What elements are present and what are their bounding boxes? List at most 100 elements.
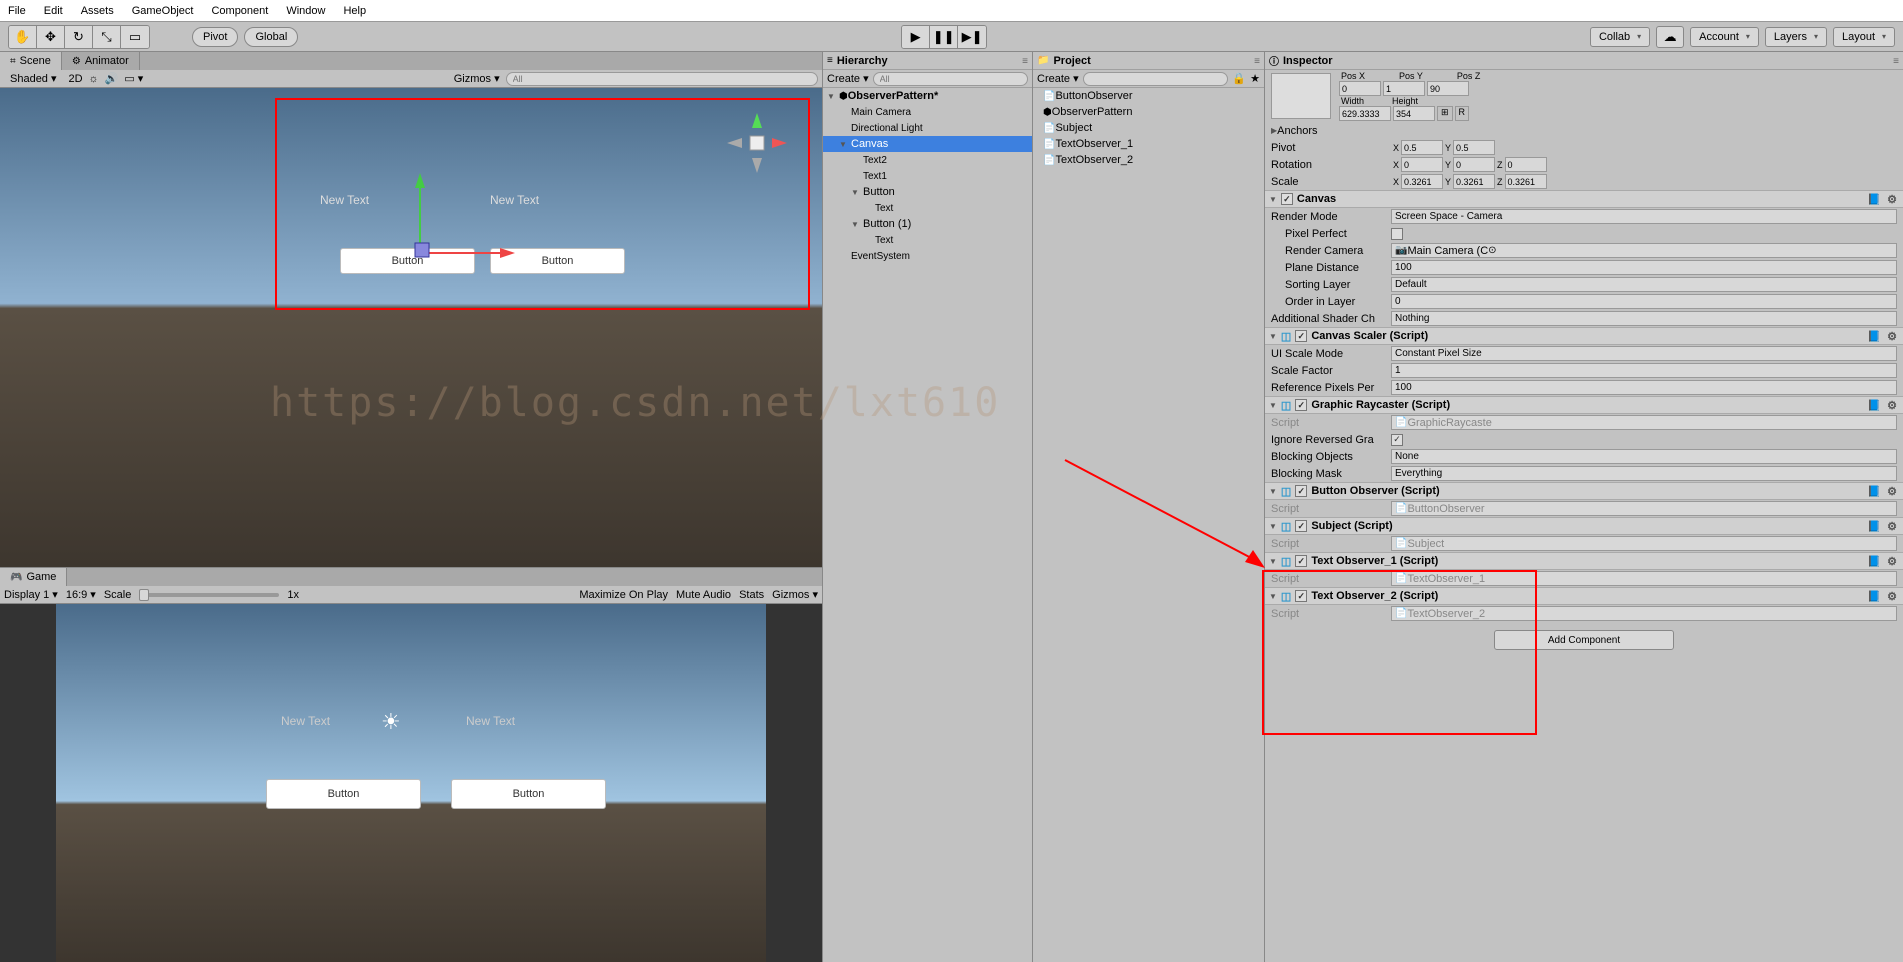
rotate-tool[interactable]: ↻ bbox=[65, 26, 93, 48]
gear-icon[interactable]: ⚙ bbox=[1885, 485, 1899, 498]
height-field[interactable]: 354 bbox=[1393, 106, 1435, 121]
move-gizmo[interactable] bbox=[405, 168, 525, 268]
plane-distance-field[interactable]: 100 bbox=[1391, 260, 1897, 275]
layout-dropdown[interactable]: Layout bbox=[1833, 27, 1895, 47]
gear-icon[interactable]: ⚙ bbox=[1885, 520, 1899, 533]
hand-tool[interactable]: ✋ bbox=[9, 26, 37, 48]
menu-file[interactable]: File bbox=[8, 5, 26, 17]
maximize-toggle[interactable]: Maximize On Play bbox=[579, 589, 668, 601]
blocking-objects-dropdown[interactable]: None bbox=[1391, 449, 1897, 464]
project-filter-icon[interactable]: 🔒 bbox=[1232, 72, 1246, 85]
button-observer-header[interactable]: ▼◫Button Observer (Script)📘⚙ bbox=[1265, 482, 1903, 500]
ref-pixels-field[interactable]: 100 bbox=[1391, 380, 1897, 395]
tree-item[interactable]: Text bbox=[823, 232, 1032, 248]
pos-y-field[interactable]: 1 bbox=[1383, 81, 1425, 96]
ui-scale-mode-dropdown[interactable]: Constant Pixel Size bbox=[1391, 346, 1897, 361]
help-icon[interactable]: 📘 bbox=[1867, 520, 1881, 533]
help-icon[interactable]: 📘 bbox=[1867, 193, 1881, 206]
order-field[interactable]: 0 bbox=[1391, 294, 1897, 309]
scale-slider[interactable] bbox=[139, 593, 279, 597]
shaded-dropdown[interactable]: Shaded ▾ bbox=[4, 72, 62, 85]
menu-component[interactable]: Component bbox=[211, 5, 268, 17]
raycaster-header[interactable]: ▼◫Graphic Raycaster (Script)📘⚙ bbox=[1265, 396, 1903, 414]
rect-tool[interactable]: ▭ bbox=[121, 26, 149, 48]
pivot-y-field[interactable]: 0.5 bbox=[1453, 140, 1495, 155]
project-star-icon[interactable]: ★ bbox=[1250, 72, 1260, 85]
tree-item[interactable]: Main Camera bbox=[823, 104, 1032, 120]
layers-dropdown[interactable]: Layers bbox=[1765, 27, 1827, 47]
tree-item[interactable]: Text bbox=[823, 200, 1032, 216]
scene-viewport[interactable]: New Text New Text Button Button bbox=[0, 88, 822, 567]
tree-item[interactable]: EventSystem bbox=[823, 248, 1032, 264]
blueprint-toggle[interactable]: ⊞ bbox=[1437, 106, 1453, 121]
canvas-enabled-checkbox[interactable] bbox=[1281, 193, 1293, 205]
tab-animator[interactable]: ⚙ Animator bbox=[62, 52, 140, 70]
pos-z-field[interactable]: 90 bbox=[1427, 81, 1469, 96]
add-component-button[interactable]: Add Component bbox=[1494, 630, 1674, 650]
tree-item-canvas[interactable]: ▼Canvas bbox=[823, 136, 1032, 152]
global-toggle[interactable]: Global bbox=[244, 27, 298, 47]
render-mode-dropdown[interactable]: Screen Space - Camera bbox=[1391, 209, 1897, 224]
rot-y-field[interactable]: 0 bbox=[1453, 157, 1495, 172]
menu-window[interactable]: Window bbox=[286, 5, 325, 17]
project-item[interactable]: 📄 TextObserver_1 bbox=[1033, 136, 1264, 152]
project-item[interactable]: 📄 Subject bbox=[1033, 120, 1264, 136]
aspect-dropdown[interactable]: 16:9 ▾ bbox=[66, 588, 96, 601]
display-dropdown[interactable]: Display 1 ▾ bbox=[4, 588, 58, 601]
help-icon[interactable]: 📘 bbox=[1867, 555, 1881, 568]
scene-axis-gizmo[interactable] bbox=[722, 108, 782, 168]
shader-channels-dropdown[interactable]: Nothing bbox=[1391, 311, 1897, 326]
scene-search-input[interactable] bbox=[506, 72, 818, 86]
menu-gameobject[interactable]: GameObject bbox=[132, 5, 194, 17]
game-button1[interactable]: Button bbox=[266, 779, 421, 809]
gizmos-dropdown[interactable]: Gizmos ▾ bbox=[454, 72, 500, 85]
tree-scene-root[interactable]: ▼⬢ ObserverPattern* bbox=[823, 88, 1032, 104]
cloud-button[interactable]: ☁ bbox=[1656, 26, 1684, 48]
scale-y-field[interactable]: 0.3261 bbox=[1453, 174, 1495, 189]
tab-scene[interactable]: ⌗ Scene bbox=[0, 52, 62, 70]
width-field[interactable]: 629.3333 bbox=[1339, 106, 1391, 121]
canvas-scaler-header[interactable]: ▼◫Canvas Scaler (Script)📘⚙ bbox=[1265, 327, 1903, 345]
subject-enabled-checkbox[interactable] bbox=[1295, 520, 1307, 532]
tree-item[interactable]: Text1 bbox=[823, 168, 1032, 184]
game-button2[interactable]: Button bbox=[451, 779, 606, 809]
menu-assets[interactable]: Assets bbox=[81, 5, 114, 17]
txt1-enabled-checkbox[interactable] bbox=[1295, 555, 1307, 567]
help-icon[interactable]: 📘 bbox=[1867, 485, 1881, 498]
pos-x-field[interactable]: 0 bbox=[1339, 81, 1381, 96]
fx-toggle-icon[interactable]: ▭ ▾ bbox=[124, 72, 143, 85]
help-icon[interactable]: 📘 bbox=[1867, 590, 1881, 603]
render-camera-field[interactable]: 📷 Main Camera (C ⊙ bbox=[1391, 243, 1897, 258]
blocking-mask-dropdown[interactable]: Everything bbox=[1391, 466, 1897, 481]
pivot-x-field[interactable]: 0.5 bbox=[1401, 140, 1443, 155]
gear-icon[interactable]: ⚙ bbox=[1885, 555, 1899, 568]
help-icon[interactable]: 📘 bbox=[1867, 330, 1881, 343]
gear-icon[interactable]: ⚙ bbox=[1885, 399, 1899, 412]
rot-z-field[interactable]: 0 bbox=[1505, 157, 1547, 172]
project-item[interactable]: ⬢ ObserverPattern bbox=[1033, 104, 1264, 120]
scale-z-field[interactable]: 0.3261 bbox=[1505, 174, 1547, 189]
anchor-preset-icon[interactable] bbox=[1271, 73, 1331, 119]
tree-item[interactable]: ▼Button bbox=[823, 184, 1032, 200]
play-button[interactable]: ▶ bbox=[902, 26, 930, 48]
audio-toggle-icon[interactable]: 🔊 bbox=[105, 72, 119, 85]
step-button[interactable]: ▶❚ bbox=[958, 26, 986, 48]
tree-item[interactable]: Text2 bbox=[823, 152, 1032, 168]
hierarchy-create-dropdown[interactable]: Create ▾ bbox=[827, 72, 869, 85]
2d-toggle[interactable]: 2D bbox=[68, 73, 82, 85]
gear-icon[interactable]: ⚙ bbox=[1885, 193, 1899, 206]
collab-dropdown[interactable]: Collab bbox=[1590, 27, 1650, 47]
sorting-layer-dropdown[interactable]: Default bbox=[1391, 277, 1897, 292]
stats-toggle[interactable]: Stats bbox=[739, 589, 764, 601]
project-item[interactable]: 📄 ButtonObserver bbox=[1033, 88, 1264, 104]
pivot-toggle[interactable]: Pivot bbox=[192, 27, 238, 47]
hierarchy-search-input[interactable] bbox=[873, 72, 1028, 86]
raycaster-enabled-checkbox[interactable] bbox=[1295, 399, 1307, 411]
txt2-enabled-checkbox[interactable] bbox=[1295, 590, 1307, 602]
project-create-dropdown[interactable]: Create ▾ bbox=[1037, 72, 1079, 85]
menu-help[interactable]: Help bbox=[343, 5, 366, 17]
help-icon[interactable]: 📘 bbox=[1867, 399, 1881, 412]
menu-edit[interactable]: Edit bbox=[44, 5, 63, 17]
project-item[interactable]: 📄 TextObserver_2 bbox=[1033, 152, 1264, 168]
game-gizmos-dropdown[interactable]: Gizmos ▾ bbox=[772, 588, 818, 601]
